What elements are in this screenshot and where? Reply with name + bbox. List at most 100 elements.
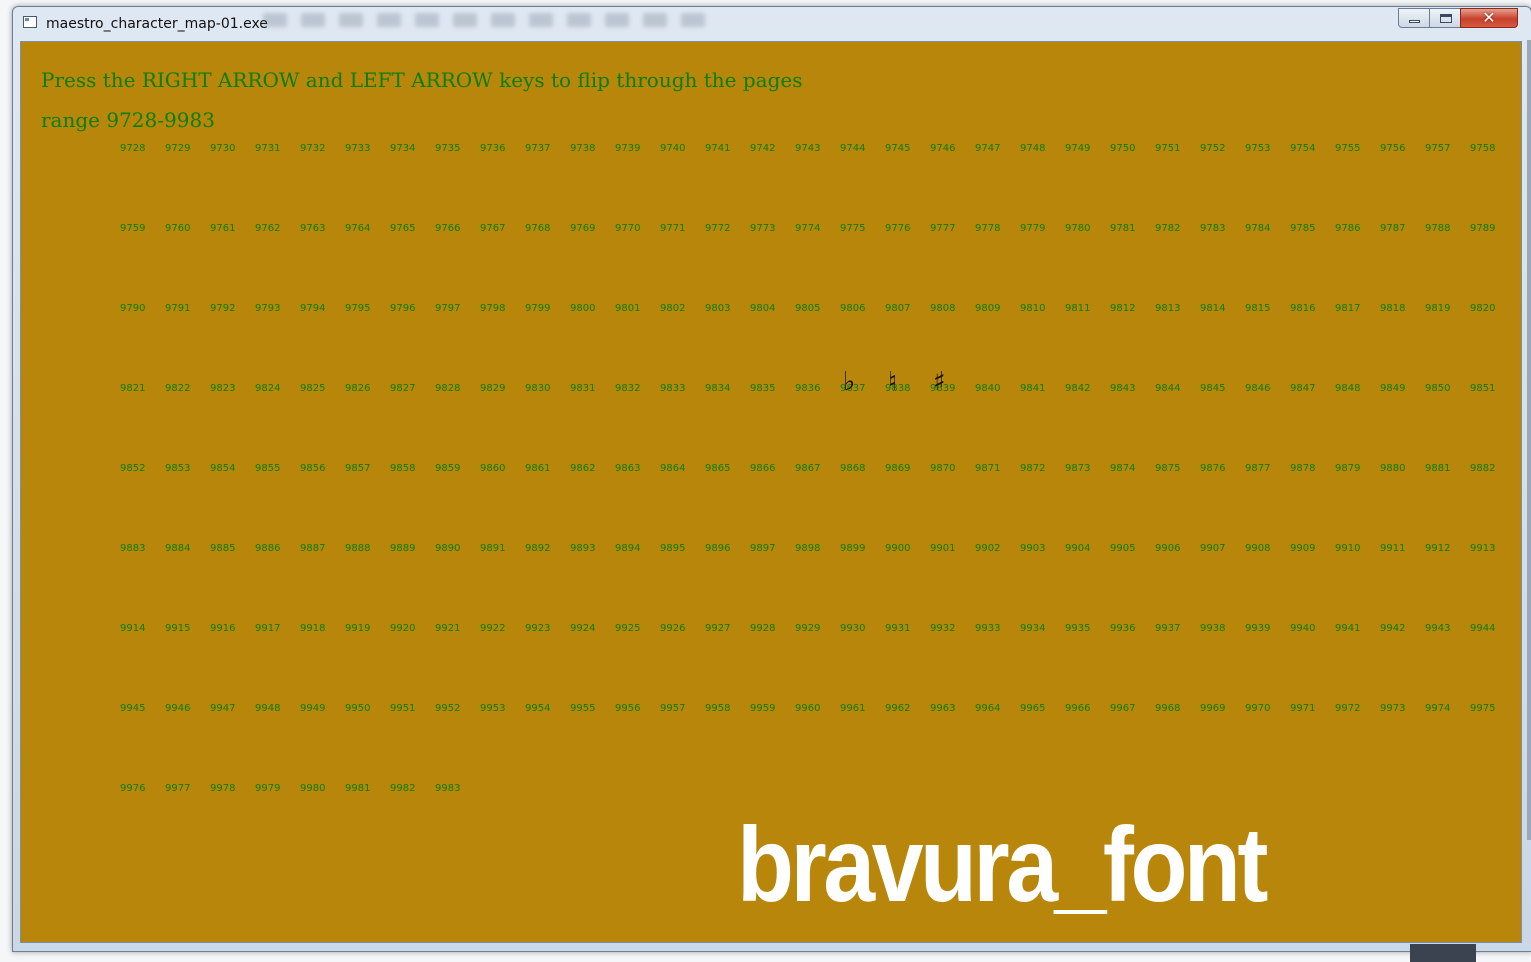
- code-point-9759: 9759: [120, 223, 146, 234]
- code-point-9920: 9920: [390, 623, 416, 634]
- code-point-9751: 9751: [1155, 143, 1181, 154]
- code-point-9937: 9937: [1155, 623, 1181, 634]
- code-point-9918: 9918: [300, 623, 326, 634]
- code-point-9737: 9737: [525, 143, 551, 154]
- code-point-9739: 9739: [615, 143, 641, 154]
- code-point-9858: 9858: [390, 463, 416, 474]
- music-natural-sign-icon: ♮: [888, 367, 898, 397]
- code-point-9749: 9749: [1065, 143, 1091, 154]
- code-point-9983: 9983: [435, 783, 461, 794]
- code-point-9849: 9849: [1380, 383, 1406, 394]
- code-point-9732: 9732: [300, 143, 326, 154]
- code-point-9881: 9881: [1425, 463, 1451, 474]
- music-flat-sign-icon: ♭: [843, 367, 856, 397]
- minimize-button[interactable]: [1398, 8, 1430, 28]
- code-point-9848: 9848: [1335, 383, 1361, 394]
- code-point-9953: 9953: [480, 703, 506, 714]
- code-point-9955: 9955: [570, 703, 596, 714]
- code-point-9951: 9951: [390, 703, 416, 714]
- code-point-9963: 9963: [930, 703, 956, 714]
- code-point-9958: 9958: [705, 703, 731, 714]
- code-point-9844: 9844: [1155, 383, 1181, 394]
- code-point-9904: 9904: [1065, 543, 1091, 554]
- code-point-9873: 9873: [1065, 463, 1091, 474]
- code-point-9805: 9805: [795, 303, 821, 314]
- code-point-9919: 9919: [345, 623, 371, 634]
- code-point-9892: 9892: [525, 543, 551, 554]
- code-point-9899: 9899: [840, 543, 866, 554]
- app-window-icon[interactable]: [23, 16, 37, 28]
- code-point-9772: 9772: [705, 223, 731, 234]
- code-point-9896: 9896: [705, 543, 731, 554]
- code-point-9791: 9791: [165, 303, 191, 314]
- code-point-9968: 9968: [1155, 703, 1181, 714]
- code-point-9911: 9911: [1380, 543, 1406, 554]
- code-point-9928: 9928: [750, 623, 776, 634]
- code-point-9826: 9826: [345, 383, 371, 394]
- code-point-9730: 9730: [210, 143, 236, 154]
- code-point-9792: 9792: [210, 303, 236, 314]
- code-point-9810: 9810: [1020, 303, 1046, 314]
- code-point-9931: 9931: [885, 623, 911, 634]
- maximize-button[interactable]: [1429, 8, 1461, 28]
- code-point-9758: 9758: [1470, 143, 1496, 154]
- close-button[interactable]: ✕: [1460, 8, 1518, 28]
- code-point-9752: 9752: [1200, 143, 1226, 154]
- code-point-9840: 9840: [975, 383, 1001, 394]
- code-point-9860: 9860: [480, 463, 506, 474]
- code-point-9981: 9981: [345, 783, 371, 794]
- code-point-9909: 9909: [1290, 543, 1316, 554]
- code-point-9780: 9780: [1065, 223, 1091, 234]
- code-point-9865: 9865: [705, 463, 731, 474]
- code-point-9935: 9935: [1065, 623, 1091, 634]
- code-point-9946: 9946: [165, 703, 191, 714]
- code-point-9932: 9932: [930, 623, 956, 634]
- font-name-label: bravura_font: [737, 806, 1268, 924]
- code-point-9949: 9949: [300, 703, 326, 714]
- code-point-9893: 9893: [570, 543, 596, 554]
- maximize-icon: [1440, 14, 1452, 23]
- code-point-9936: 9936: [1110, 623, 1136, 634]
- code-point-9889: 9889: [390, 543, 416, 554]
- code-point-9819: 9819: [1425, 303, 1451, 314]
- code-point-9802: 9802: [660, 303, 686, 314]
- code-point-9794: 9794: [300, 303, 326, 314]
- taskbar-fragment: [1410, 944, 1476, 962]
- code-point-9906: 9906: [1155, 543, 1181, 554]
- code-point-9790: 9790: [120, 303, 146, 314]
- code-point-9731: 9731: [255, 143, 281, 154]
- code-point-9870: 9870: [930, 463, 956, 474]
- code-point-9779: 9779: [1020, 223, 1046, 234]
- title-bar[interactable]: maestro_character_map-01.exe ✕: [13, 7, 1531, 35]
- code-point-9799: 9799: [525, 303, 551, 314]
- character-map-canvas[interactable]: Press the RIGHT ARROW and LEFT ARROW key…: [20, 41, 1522, 943]
- code-point-9883: 9883: [120, 543, 146, 554]
- code-point-9980: 9980: [300, 783, 326, 794]
- code-point-9817: 9817: [1335, 303, 1361, 314]
- code-point-9735: 9735: [435, 143, 461, 154]
- code-point-9854: 9854: [210, 463, 236, 474]
- code-point-9816: 9816: [1290, 303, 1316, 314]
- code-point-9827: 9827: [390, 383, 416, 394]
- code-point-9952: 9952: [435, 703, 461, 714]
- code-point-9861: 9861: [525, 463, 551, 474]
- code-point-9851: 9851: [1470, 383, 1496, 394]
- code-point-9895: 9895: [660, 543, 686, 554]
- code-point-9910: 9910: [1335, 543, 1361, 554]
- code-point-9962: 9962: [885, 703, 911, 714]
- code-point-9823: 9823: [210, 383, 236, 394]
- code-point-9801: 9801: [615, 303, 641, 314]
- code-point-9736: 9736: [480, 143, 506, 154]
- code-point-9872: 9872: [1020, 463, 1046, 474]
- code-point-9902: 9902: [975, 543, 1001, 554]
- code-point-9829: 9829: [480, 383, 506, 394]
- code-point-9908: 9908: [1245, 543, 1271, 554]
- code-point-9877: 9877: [1245, 463, 1271, 474]
- code-point-9859: 9859: [435, 463, 461, 474]
- code-point-9741: 9741: [705, 143, 731, 154]
- code-point-9864: 9864: [660, 463, 686, 474]
- code-point-9763: 9763: [300, 223, 326, 234]
- code-point-9748: 9748: [1020, 143, 1046, 154]
- code-point-9948: 9948: [255, 703, 281, 714]
- code-point-9836: 9836: [795, 383, 821, 394]
